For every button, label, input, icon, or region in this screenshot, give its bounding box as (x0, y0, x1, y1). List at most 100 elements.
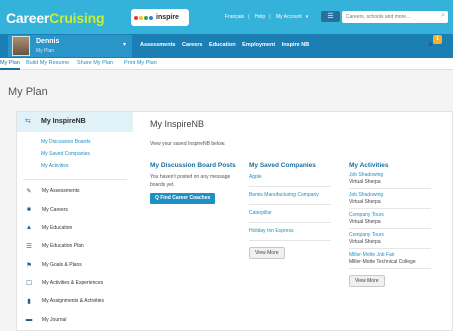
sidebar-item-label: My Assignments & Activities (42, 298, 104, 304)
discussion-title: My Discussion Board Posts (150, 162, 236, 169)
companies-view-more-button[interactable]: View More (249, 247, 285, 259)
sidebar-item-label: My Goals & Plans (42, 262, 82, 268)
company-link[interactable]: Apple (249, 173, 331, 187)
discussion-empty-text: You haven't posted on any message boards… (150, 174, 231, 188)
partner-logo[interactable]: inspire (131, 9, 189, 26)
tab-my-plan[interactable]: My Plan (0, 60, 20, 66)
main-panel: ⇆ My InspireNB My Discussion Boards My S… (16, 111, 453, 331)
user-name: Dennis (36, 38, 60, 45)
sidebar-item-goals-plans[interactable]: ⚑ My Goals & Plans (25, 261, 131, 271)
activity-provider: Miller-Motte Technical College (349, 259, 416, 265)
help-link[interactable]: Help (255, 14, 265, 20)
sidebar-item-assignments-activities[interactable]: ▮ My Assignments & Activities (25, 297, 131, 307)
sidebar-divider (23, 179, 127, 180)
page-title: My Plan (8, 86, 48, 98)
sidebar-item-label: My Careers (42, 207, 68, 213)
sub-tabs: My Plan Build My Resume Share My Plan Pr… (0, 58, 453, 70)
activities-title: My Activities (349, 162, 389, 169)
user-plan-link[interactable]: My Plan (36, 48, 54, 54)
sidebar: ⇆ My InspireNB My Discussion Boards My S… (17, 112, 133, 331)
sidebar-header[interactable]: ⇆ My InspireNB (17, 112, 133, 132)
tab-print-my-plan[interactable]: Print My Plan (124, 60, 157, 66)
chevron-down-icon: ▾ (305, 14, 309, 20)
activity-item: Job Shadowing Virtual Sherpa (349, 169, 431, 189)
sidebar-link-activities[interactable]: My Activities (41, 163, 69, 169)
notification-badge: 1 (433, 35, 442, 44)
top-links-divider: | (269, 14, 271, 20)
activity-title-link[interactable]: Job Shadowing (349, 192, 431, 199)
sidebar-item-journal[interactable]: ▬ My Journal (25, 316, 131, 326)
sidebar-link-discussion-boards[interactable]: My Discussion Boards (41, 139, 90, 145)
chevron-down-icon: ▾ (122, 42, 126, 48)
top-bar: CareerCruising inspire Français | Help | M… (0, 0, 453, 34)
briefcase-icon: ■ (27, 206, 31, 213)
activity-item: Miller-Motte Job Fair Miller-Motte Techn… (349, 249, 431, 269)
sidebar-item-label: My Education Plan (42, 243, 84, 249)
account-link[interactable]: My Account (276, 14, 302, 20)
language-link[interactable]: Français (225, 14, 244, 20)
company-link[interactable]: Holiday Inn Express (249, 227, 331, 241)
companies-column: My Saved Companies Apple Bemis Manufactu… (249, 162, 339, 259)
search-icon[interactable]: ⌕ (441, 12, 445, 20)
activities-view-more-button[interactable]: View More (349, 275, 385, 287)
activities-column: My Activities Job Shadowing Virtual Sher… (349, 162, 444, 287)
book-icon: ▬ (25, 316, 33, 323)
nav-item-inspire-nb[interactable]: Inspire NB (282, 42, 310, 48)
swap-icon: ⇆ (25, 118, 31, 125)
edit-icon: ☐ (26, 280, 32, 287)
activity-provider: Virtual Sherpa (349, 199, 381, 205)
top-links-divider: | (248, 14, 250, 20)
sidebar-item-label: My Assessments (42, 188, 80, 194)
nav-item-assessments[interactable]: Assessments (140, 42, 175, 48)
brand-logo-part2: Cruising (49, 10, 105, 26)
sidebar-link-saved-companies[interactable]: My Saved Companies (41, 151, 90, 157)
partner-logo-dots-icon (134, 15, 153, 20)
active-tab-indicator (0, 68, 20, 70)
tab-build-my-resume[interactable]: Build My Resume (26, 60, 69, 66)
list-icon: ☰ (327, 13, 334, 20)
sidebar-header-label: My InspireNB (41, 118, 86, 125)
search-input[interactable] (342, 11, 436, 23)
partner-logo-text: inspire (156, 14, 179, 21)
nav-item-education[interactable]: Education (209, 42, 236, 48)
sidebar-item-assessments[interactable]: ✎ My Assessments (25, 187, 131, 197)
avatar (12, 36, 30, 56)
brand-logo[interactable]: CareerCruising (6, 10, 105, 26)
find-career-coaches-button[interactable]: Q Find Career Coaches (150, 193, 216, 204)
graduation-cap-icon: ▲ (25, 224, 33, 231)
activity-title-link[interactable]: Company Tours (349, 232, 431, 239)
sidebar-item-label: My Education (42, 225, 73, 231)
activity-provider: Virtual Sherpa (349, 179, 381, 185)
user-menu[interactable]: Dennis My Plan ▾ (8, 35, 132, 57)
brand-logo-part1: Career (6, 10, 50, 26)
activity-title-link[interactable]: Miller-Motte Job Fair (349, 252, 431, 259)
top-links: Français | Help | My Account ▾ (225, 14, 312, 20)
sidebar-item-education[interactable]: ▲ My Education (25, 224, 131, 234)
list-icon: ☰ (26, 243, 32, 250)
activity-item: Company Tours Virtual Sherpa (349, 209, 431, 229)
nav-item-employment[interactable]: Employment (242, 42, 275, 48)
sidebar-item-label: My Activities & Experiences (42, 280, 104, 286)
content-title: My InspireNB (150, 119, 205, 129)
sidebar-item-activities-experiences[interactable]: ☐ My Activities & Experiences (25, 279, 131, 289)
activity-title-link[interactable]: Company Tours (349, 212, 431, 219)
sidebar-item-education-plan[interactable]: ☰ My Education Plan (25, 242, 131, 252)
search-box: ⌕ (342, 11, 448, 23)
flag-icon: ⚑ (26, 262, 32, 269)
discussion-column: My Discussion Board Posts You haven't po… (150, 162, 242, 204)
clipboard-icon: ▮ (27, 298, 31, 305)
sidebar-item-careers[interactable]: ■ My Careers (25, 206, 131, 216)
company-link[interactable]: Caterpillar (249, 209, 331, 223)
activity-title-link[interactable]: Job Shadowing (349, 172, 431, 179)
nav-item-careers[interactable]: Careers (182, 42, 203, 48)
main-nav-bar: Dennis My Plan ▾ Assessments Careers Edu… (0, 34, 453, 58)
activity-item: Company Tours Virtual Sherpa (349, 229, 431, 249)
tab-share-my-plan[interactable]: Share My Plan (77, 60, 113, 66)
companies-title: My Saved Companies (249, 162, 316, 169)
content-description: View your saved InspireNB below. (150, 141, 226, 147)
list-menu-button[interactable]: ☰ (321, 11, 340, 22)
company-link[interactable]: Bemis Manufacturing Company (249, 191, 331, 205)
activity-item: Job Shadowing Virtual Sherpa (349, 189, 431, 209)
pencil-icon: ✎ (26, 188, 32, 195)
activity-provider: Virtual Sherpa (349, 219, 381, 225)
